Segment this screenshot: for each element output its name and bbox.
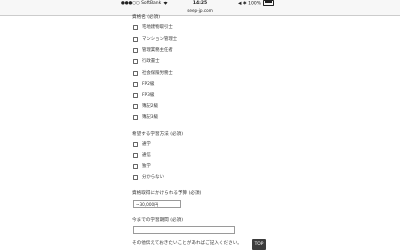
checkbox-study-unknown[interactable]: 分からない — [133, 174, 164, 181]
budget-field[interactable]: ~30,000円 — [133, 200, 181, 208]
checkbox-label: 通学 — [142, 141, 151, 147]
checkbox-label: 簿記3級 — [142, 114, 158, 120]
checkbox-label: 社会保険労務士 — [142, 70, 173, 76]
checkbox-box[interactable] — [133, 104, 138, 109]
checkbox-box[interactable] — [133, 115, 138, 120]
checkbox-qualification-fp3[interactable]: FP3級 — [133, 92, 154, 99]
checkbox-label: 分からない — [142, 174, 164, 180]
checkbox-label: マンション管理士 — [142, 36, 178, 42]
location-bluetooth-icons: ◀ ✱ — [238, 1, 247, 7]
checkbox-box[interactable] — [133, 82, 138, 87]
checkbox-box[interactable] — [133, 175, 138, 180]
checkbox-box[interactable] — [133, 59, 138, 64]
checkbox-qualification-fp2[interactable]: FP2級 — [133, 81, 154, 88]
checkbox-box[interactable] — [133, 164, 138, 169]
checkbox-box[interactable] — [133, 142, 138, 147]
checkbox-box[interactable] — [133, 93, 138, 98]
checkbox-box[interactable] — [133, 37, 138, 42]
checkbox-label: 通信 — [142, 152, 151, 158]
status-time: 14:25 — [192, 1, 208, 6]
checkbox-study-tsugaku[interactable]: 通学 — [133, 141, 151, 148]
checkbox-qualification-kanri[interactable]: 管理業務主任者 — [133, 47, 173, 54]
checkbox-label: 行政書士 — [142, 58, 160, 64]
checkbox-label: 宅地建物取引士 — [142, 24, 173, 30]
study-method-label: 希望する学習方法 (必須) — [132, 132, 183, 137]
address-bar[interactable]: seep-jp.com — [0, 8, 400, 16]
checkbox-qualification-mansion[interactable]: マンション管理士 — [133, 36, 177, 43]
checkbox-study-tsushin[interactable]: 通信 — [133, 152, 151, 159]
checkbox-qualification-gyosei[interactable]: 行政書士 — [133, 58, 160, 65]
past-study-field[interactable] — [133, 226, 235, 234]
checkbox-label: FP3級 — [142, 92, 155, 98]
checkbox-label: FP2級 — [142, 81, 155, 87]
checkbox-qualification-boki3[interactable]: 簿記3級 — [133, 114, 158, 121]
checkbox-box[interactable] — [133, 71, 138, 76]
checkbox-label: 管理業務主任者 — [142, 47, 173, 53]
checkbox-qualification-sharoushi[interactable]: 社会保険労務士 — [133, 70, 173, 77]
status-bar: ●●●○○ SoftBank 14:25 ◀ ✱ 100% — [0, 0, 400, 8]
checkbox-box[interactable] — [133, 48, 138, 53]
battery-icon — [263, 0, 275, 6]
status-indicators: ◀ ✱ 100% — [238, 0, 275, 8]
checkbox-qualification-boki2[interactable]: 簿記2級 — [133, 103, 158, 110]
budget-label: 資格取得にかけられる予算 (必須) — [132, 191, 202, 196]
checkbox-label: 独学 — [142, 163, 151, 169]
other-notes-label: その他伝えておきたいことがあればご記入ください。 — [132, 241, 242, 246]
checkbox-box[interactable] — [133, 25, 138, 30]
checkbox-study-dokugaku[interactable]: 独学 — [133, 163, 151, 170]
battery-percent: 100% — [248, 1, 261, 7]
checkbox-box[interactable] — [133, 153, 138, 158]
qualification-label: 資格名 (必須) — [132, 15, 161, 20]
checkbox-qualification-takken[interactable]: 宅地建物取引士 — [133, 24, 173, 31]
past-study-label: 今までの学習期間 (必須) — [132, 218, 183, 223]
checkbox-label: 簿記2級 — [142, 103, 158, 109]
back-to-top-button[interactable]: TOP — [252, 239, 266, 250]
